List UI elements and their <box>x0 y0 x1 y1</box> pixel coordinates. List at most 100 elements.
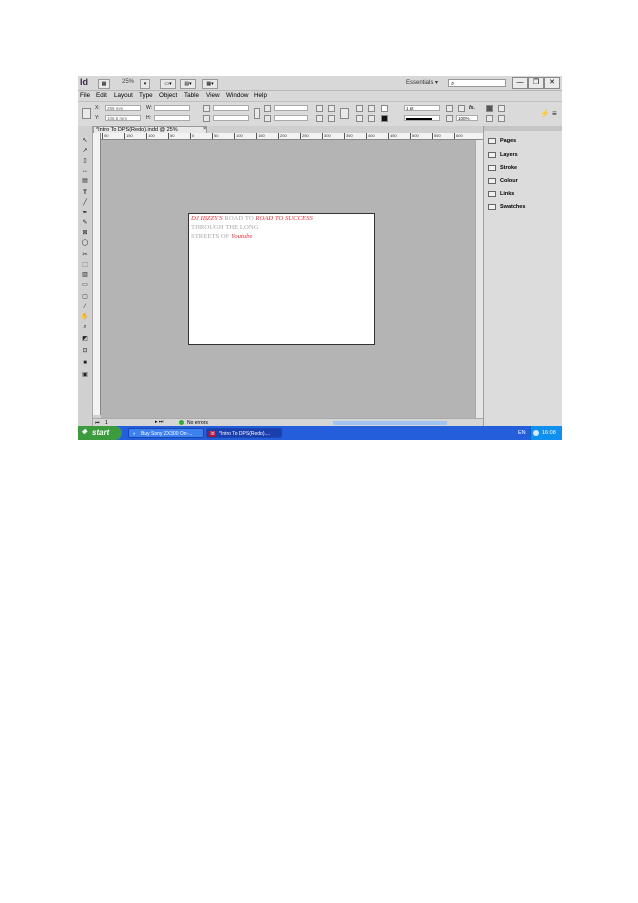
center-content-icon[interactable] <box>486 115 493 122</box>
zoom-level[interactable]: 25% <box>122 79 134 85</box>
constrain-proportions-icon[interactable] <box>254 108 260 119</box>
fill-swatch-icon[interactable] <box>381 105 388 112</box>
select-container-icon[interactable] <box>356 105 363 112</box>
screen-mode-button[interactable]: ▤▾ <box>180 79 196 89</box>
fit-frame-icon[interactable] <box>498 105 505 112</box>
panel-swatches[interactable]: Swatches <box>488 202 560 212</box>
menu-help[interactable]: Help <box>254 92 267 99</box>
pasteboard[interactable]: DJ IBZZY'S ROAD TO ROAD TO SUCCESS THROU… <box>101 140 475 418</box>
panel-pages[interactable]: Pages <box>488 136 560 146</box>
language-indicator[interactable]: EN <box>518 426 526 440</box>
free-transform-tool-icon[interactable]: ⬚ <box>81 262 89 268</box>
panel-stroke[interactable]: Stroke <box>488 163 560 173</box>
zoom-tool-icon[interactable]: ⌕ <box>81 324 89 330</box>
close-button[interactable]: ✕ <box>544 77 560 89</box>
effects-fx-icon[interactable]: fx. <box>469 105 475 111</box>
formatting-affects-icon[interactable]: ⊡ <box>81 348 89 354</box>
panel-dock-header[interactable] <box>484 126 562 131</box>
select-next-icon[interactable] <box>368 115 375 122</box>
next-page-icon[interactable]: ▸ ⏭ <box>155 419 163 425</box>
menu-window[interactable]: Window <box>226 92 248 99</box>
frame-fitting-icon[interactable] <box>458 105 465 112</box>
minimize-button[interactable]: — <box>512 77 528 89</box>
width-field[interactable] <box>154 105 190 111</box>
restore-button[interactable]: ❐ <box>528 77 544 89</box>
y-position-field[interactable]: 106.5 mm <box>105 115 141 121</box>
selection-tool-icon[interactable]: ↖ <box>81 138 89 144</box>
flip-horizontal-icon[interactable] <box>316 115 323 122</box>
x-position-field[interactable]: 289 mm <box>105 105 141 111</box>
bridge-button[interactable]: ▦ <box>98 79 110 89</box>
menu-view[interactable]: View <box>206 92 220 99</box>
text-line-1[interactable]: DJ IBZZY'S ROAD TO ROAD TO SUCCESS <box>191 215 313 222</box>
vertical-ruler[interactable] <box>93 133 101 415</box>
text-road-to-success: ROAD TO SUCCESS <box>255 215 313 222</box>
reference-point-icon[interactable] <box>82 108 91 119</box>
menu-table[interactable]: Table <box>184 92 199 99</box>
content-collector-icon[interactable]: ▤ <box>81 178 89 184</box>
height-field[interactable] <box>154 115 190 121</box>
panel-colour[interactable]: Colour <box>488 176 560 186</box>
rectangle-frame-tool-icon[interactable]: ⊠ <box>81 230 89 236</box>
document-tab[interactable]: *Intro To DPS(Redo).indd @ 25% <box>93 126 207 133</box>
line-tool-icon[interactable]: ╱ <box>81 200 89 206</box>
horizontal-scrollbar[interactable] <box>333 421 447 425</box>
quick-apply-icon[interactable]: ⚡ <box>540 109 550 118</box>
shear-angle-field[interactable] <box>274 115 308 121</box>
direct-selection-tool-icon[interactable]: ↗ <box>81 148 89 154</box>
start-button[interactable]: ❖ start <box>78 426 122 440</box>
drop-shadow-icon[interactable] <box>446 105 453 112</box>
type-tool-icon[interactable]: T <box>81 190 89 196</box>
taskbar-item-indesign[interactable]: Id *Intro To DPS(Redo).... <box>206 428 282 438</box>
apply-color-icon[interactable]: ■ <box>81 360 89 366</box>
zoom-dropdown-icon[interactable]: ▾ <box>140 79 150 89</box>
network-icon[interactable] <box>533 430 539 436</box>
screen-mode-icon[interactable]: ▣ <box>81 372 89 378</box>
horizontal-ruler[interactable]: 00 150 100 50 0 50 100 150 200 250 300 3… <box>100 133 483 140</box>
stroke-weight-field[interactable]: 1 pt <box>404 105 440 111</box>
scale-y-field[interactable] <box>213 115 249 121</box>
menu-edit[interactable]: Edit <box>96 92 107 99</box>
rotate-90-cw-icon[interactable] <box>316 105 323 112</box>
menu-type[interactable]: Type <box>139 92 153 99</box>
fit-content-icon[interactable] <box>486 105 493 112</box>
menu-file[interactable]: File <box>80 92 90 99</box>
rotate-90-ccw-icon[interactable] <box>328 105 335 112</box>
pen-tool-icon[interactable]: ✒ <box>81 210 89 216</box>
view-options-button[interactable]: ▭▾ <box>160 79 176 89</box>
pencil-tool-icon[interactable]: ✎ <box>81 220 89 226</box>
panel-layers[interactable]: Layers <box>488 150 560 160</box>
text-line-3[interactable]: STREETS OF Youtube <box>191 233 252 240</box>
panel-links[interactable]: Links <box>488 189 560 199</box>
clock[interactable]: 16:08 <box>542 426 556 440</box>
flip-vertical-icon[interactable] <box>328 115 335 122</box>
select-previous-icon[interactable] <box>368 105 375 112</box>
gap-tool-icon[interactable]: ↔ <box>81 168 89 174</box>
close-tab-icon[interactable]: × <box>203 126 206 133</box>
panel-menu-icon[interactable]: ≡ <box>552 109 557 118</box>
opacity-field[interactable]: 100% <box>456 115 478 121</box>
page-tool-icon[interactable]: ▯ <box>81 158 89 164</box>
stroke-type-dropdown[interactable] <box>404 115 440 121</box>
taskbar-item-browser[interactable]: ◐ Buy Sony ZX300 On-... <box>128 428 204 438</box>
gradient-swatch-tool-icon[interactable]: ▥ <box>81 272 89 278</box>
hand-tool-icon[interactable]: ✋ <box>81 314 89 320</box>
menu-layout[interactable]: Layout <box>114 92 133 99</box>
fill-frame-icon[interactable] <box>498 115 505 122</box>
select-content-icon[interactable] <box>356 115 363 122</box>
workspace-switcher[interactable]: Essentials ▾ <box>406 79 438 86</box>
note-tool-icon[interactable]: ▢ <box>81 294 89 300</box>
stroke-swatch-icon[interactable] <box>381 115 388 122</box>
text-line-2[interactable]: THROUGH THE LONG <box>191 224 259 231</box>
menu-object[interactable]: Object <box>159 92 177 99</box>
fill-stroke-swatch-icon[interactable]: ◩ <box>81 336 89 342</box>
eyedropper-tool-icon[interactable]: ⁄ <box>81 304 89 310</box>
scissors-tool-icon[interactable]: ✂ <box>81 252 89 258</box>
scale-x-field[interactable] <box>213 105 249 111</box>
ellipse-tool-icon[interactable]: ◯ <box>81 240 89 246</box>
gradient-feather-tool-icon[interactable]: ▭ <box>81 282 89 288</box>
document-page[interactable]: DJ IBZZY'S ROAD TO ROAD TO SUCCESS THROU… <box>188 213 375 345</box>
help-search-input[interactable]: ⌕ <box>448 79 506 87</box>
rotate-angle-field[interactable] <box>274 105 308 111</box>
arrange-documents-button[interactable]: ▦▾ <box>202 79 218 89</box>
